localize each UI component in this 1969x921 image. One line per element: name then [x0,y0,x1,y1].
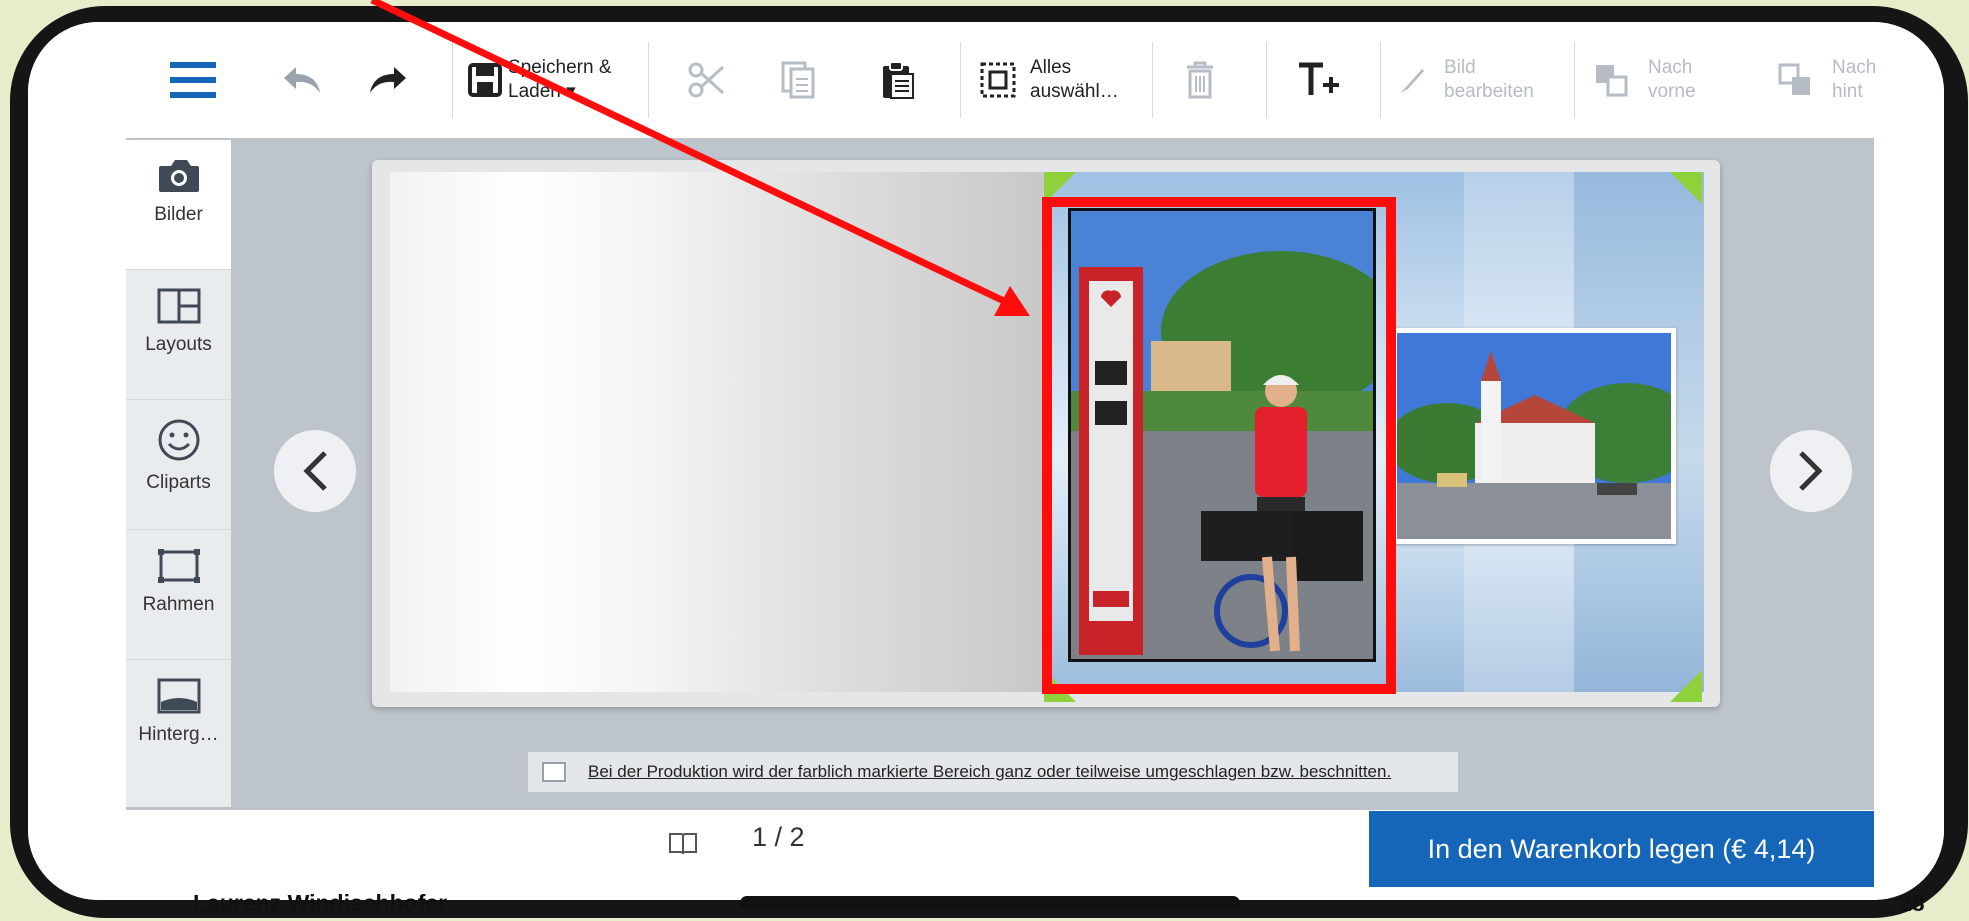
sidebar-item-rahmen[interactable]: Rahmen [126,530,231,660]
bring-forward-icon [1596,65,1628,97]
edit-image-button[interactable]: Bild bearbeiten [1396,22,1572,138]
backward-line1: Nach [1832,57,1877,78]
paste-icon[interactable] [868,22,928,138]
phone-frame: Speichern & Laden ▾ Alles auswähl… Bild … [10,6,1968,918]
sidebar-item-layouts[interactable]: Layouts [126,270,231,400]
toolbar-separator [648,42,649,118]
redo-icon[interactable] [358,22,418,138]
select-all-line2: auswähl… [1030,81,1119,102]
slide-author: Laurenz Windischhofer [193,890,448,916]
add-text-icon[interactable] [1284,22,1354,138]
send-backward-icon [1778,63,1810,95]
chevron-left-icon [303,451,327,491]
home-indicator [740,896,1240,910]
toolbar-separator [960,42,961,118]
save-label-line2: Laden ▾ [508,81,576,102]
sidebar-item-label: Layouts [145,334,212,355]
app-screen: Speichern & Laden ▾ Alles auswähl… Bild … [28,22,1944,900]
crop-corner-marker [1670,670,1702,702]
notice-text[interactable]: Bei der Produktion wird der farblich mar… [588,762,1391,782]
chevron-right-icon [1799,451,1823,491]
camera-icon [158,160,199,192]
book-icon[interactable] [668,832,698,856]
page-indicator: 1 / 2 [752,822,805,852]
undo-icon[interactable] [272,22,332,138]
sidebar-item-hintergrund[interactable]: Hinterg… [126,660,231,790]
save-load-button[interactable]: Speichern & Laden ▾ [468,22,658,138]
save-label-line1: Speichern & [508,57,612,78]
sidebar-item-label: Rahmen [142,594,215,615]
sidebar-item-label: Bilder [154,204,203,225]
select-all-icon [980,62,1016,98]
forward-line1: Nach [1648,57,1693,78]
toolbar-separator [1574,42,1575,118]
sidebar-item-label: Cliparts [146,472,211,493]
crop-corner-marker [1670,172,1702,204]
forward-line2: vorne [1648,81,1696,102]
notice-color-swatch [542,762,566,782]
sidebar: Bilder Layouts Cliparts Rahmen Hinterg… [126,140,231,807]
slide-number: 28 [1899,890,1925,916]
background-icon [157,678,200,714]
select-all-line1: Alles [1030,57,1072,78]
brush-icon [1400,69,1424,93]
send-backward-button[interactable]: Nach hint [1778,22,1898,138]
frame-icon [157,549,200,583]
layout-icon [157,288,200,324]
sidebar-item-cliparts[interactable]: Cliparts [126,400,231,530]
backward-line2: hint [1832,81,1863,102]
church-photo[interactable] [1392,328,1676,544]
hamburger-menu-icon[interactable] [158,22,228,138]
toolbar-separator [1152,42,1153,118]
bring-forward-button[interactable]: Nach vorne [1594,22,1734,138]
toolbar-separator [452,42,453,118]
smiley-icon [158,419,199,461]
left-page[interactable] [390,172,1044,692]
toolbar-separator [1380,42,1381,118]
production-notice: Bei der Produktion wird der farblich mar… [528,752,1458,792]
next-page-button[interactable] [1770,430,1852,512]
edit-image-line1: Bild [1444,57,1476,78]
scissors-icon[interactable] [676,22,736,138]
highlight-annotation-box [1042,197,1396,694]
sidebar-item-bilder[interactable]: Bilder [126,140,231,270]
edit-image-line2: bearbeiten [1444,81,1534,102]
toolbar: Speichern & Laden ▾ Alles auswähl… Bild … [28,22,1944,138]
previous-page-button[interactable] [274,430,356,512]
copy-icon[interactable] [768,22,828,138]
sidebar-item-label: Hinterg… [138,724,219,745]
select-all-button[interactable]: Alles auswähl… [980,22,1150,138]
save-icon [468,63,502,97]
toolbar-separator [1266,42,1267,118]
add-to-cart-button[interactable]: In den Warenkorb legen (€ 4,14) [1369,811,1874,887]
trash-icon[interactable] [1170,22,1230,138]
